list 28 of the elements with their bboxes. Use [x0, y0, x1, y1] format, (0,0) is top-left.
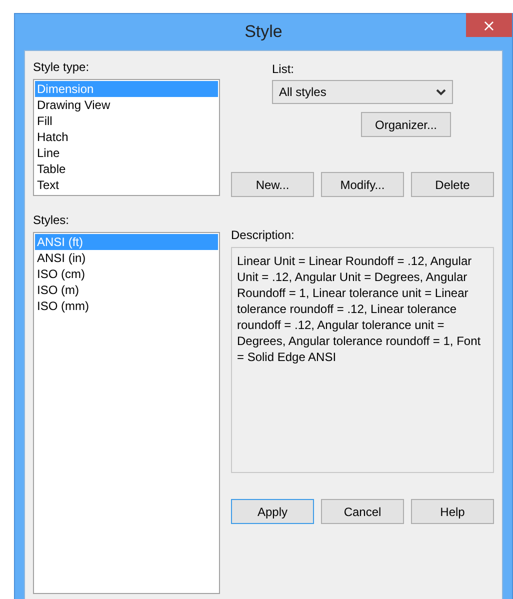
style-action-button[interactable]: New...	[231, 172, 314, 197]
dialog-button[interactable]: Apply	[231, 499, 314, 524]
style-type-item[interactable]: Fill	[35, 113, 218, 129]
close-button[interactable]: ×	[466, 13, 512, 37]
style-type-list[interactable]: Dimension Drawing View Fill Hatch Line Table Text	[33, 79, 220, 196]
description-label: Description:	[231, 227, 296, 243]
styles-list[interactable]: ANSI (ft) ANSI (in) ISO (cm) ISO (m) ISO (mm)	[33, 232, 220, 594]
style-type-item[interactable]: Line	[35, 145, 218, 161]
style-action-button[interactable]: Modify...	[321, 172, 404, 197]
style-type-item[interactable]: Table	[35, 161, 218, 177]
dialog-button[interactable]: Cancel	[321, 499, 404, 524]
list-dropdown[interactable]: All styles	[272, 80, 453, 104]
style-type-item[interactable]: Drawing View	[35, 97, 218, 113]
description-text: Linear Unit = Linear Roundoff = .12, Angular Unit = .12, Angular Unit = Degrees, Angular Roundoff = 1, Linear tolerance unit = Linear tolerance roundoff = .12, Linear tolerance roundoff = .12, Angular tolerance unit = Degrees, Angular tolerance roundoff = 1, Font = Solid Edge ANSI	[237, 254, 481, 364]
style-item[interactable]: ISO (mm)	[35, 298, 218, 314]
style-type-label: Style type:	[33, 59, 90, 75]
dialog-button[interactable]: Help	[411, 499, 494, 524]
chevron-down-icon	[436, 88, 446, 96]
style-item[interactable]: ISO (cm)	[35, 266, 218, 282]
window-title: Style	[244, 22, 282, 42]
style-type-item[interactable]: Hatch	[35, 129, 218, 145]
list-label: List:	[272, 61, 294, 77]
style-action-button[interactable]: Delete	[411, 172, 494, 197]
organizer-button[interactable]: Organizer...	[361, 112, 451, 137]
style-item[interactable]: ANSI (in)	[35, 250, 218, 266]
styles-label: Styles:	[33, 212, 70, 228]
style-item[interactable]: ISO (m)	[35, 282, 218, 298]
style-type-item[interactable]: Text	[35, 177, 218, 193]
